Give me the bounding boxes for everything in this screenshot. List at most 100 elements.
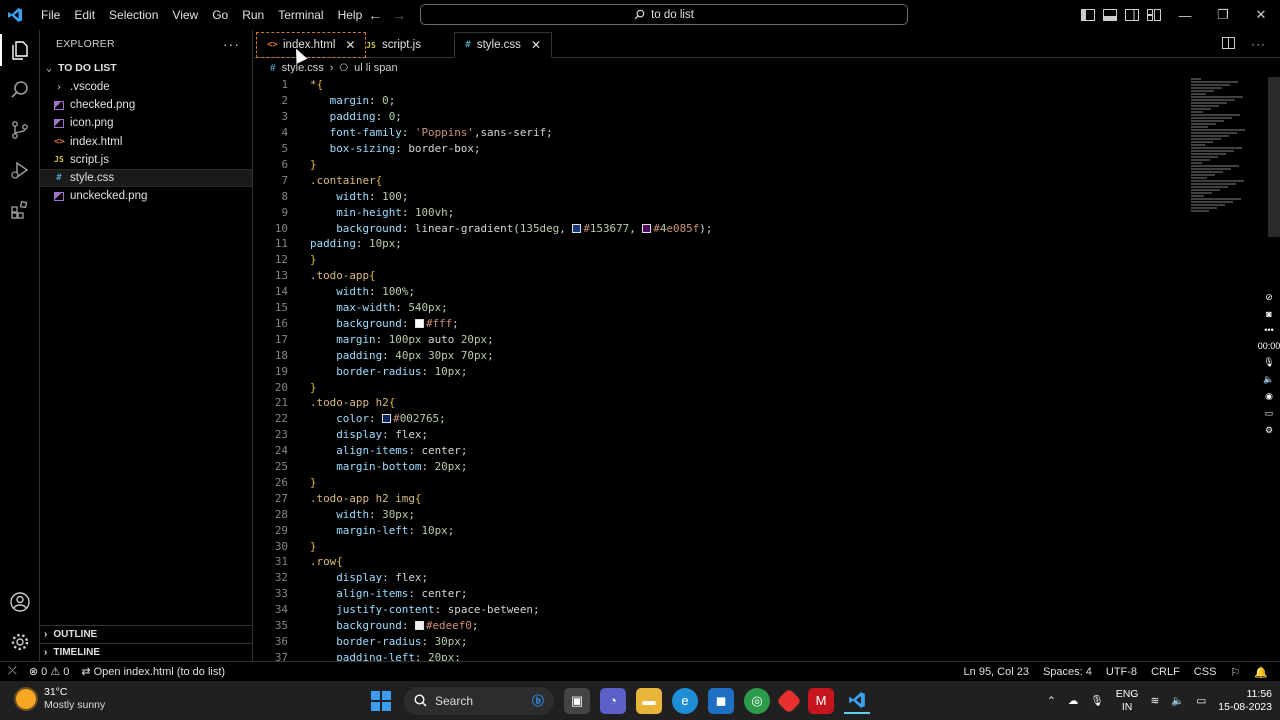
- cursor-position[interactable]: Ln 95, Col 23: [964, 666, 1029, 678]
- taskbar-search[interactable]: Search ⓑ: [404, 686, 554, 715]
- webcam-icon[interactable]: ◉: [1265, 391, 1273, 402]
- menu-selection[interactable]: Selection: [102, 0, 165, 30]
- indentation[interactable]: Spaces: 4: [1043, 666, 1092, 678]
- tab-style-css[interactable]: # style.css ✕: [454, 32, 552, 58]
- close-tab-icon[interactable]: ✕: [345, 38, 355, 52]
- customize-layout-icon[interactable]: [1146, 8, 1162, 22]
- feedback-icon[interactable]: ⚐: [1230, 666, 1240, 679]
- tab-script-js[interactable]: JS script.js: [356, 32, 431, 58]
- code-text: .container{: [310, 173, 383, 187]
- encoding[interactable]: UTF-8: [1106, 666, 1137, 678]
- settings-gear-icon[interactable]: ⚙: [1265, 425, 1273, 436]
- clock-time: 11:56: [1246, 687, 1273, 700]
- minimap[interactable]: [1191, 77, 1251, 217]
- edge-browser-icon[interactable]: e: [672, 687, 698, 714]
- volume-icon[interactable]: 🔈: [1171, 694, 1184, 707]
- toggle-primary-sidebar-icon[interactable]: [1080, 8, 1096, 22]
- more-actions-icon[interactable]: ···: [223, 36, 240, 52]
- extensions-icon[interactable]: [0, 190, 40, 230]
- toggle-secondary-sidebar-icon[interactable]: [1124, 8, 1140, 22]
- accounts-icon[interactable]: [0, 582, 40, 622]
- back-arrow-icon[interactable]: ←: [368, 7, 382, 23]
- mcafee-icon[interactable]: M: [808, 687, 834, 714]
- teams-chat-icon[interactable]: ◔: [600, 687, 626, 714]
- tree-item-icon-png[interactable]: icon.png: [40, 114, 252, 132]
- speaker-icon[interactable]: 🔈: [1263, 374, 1274, 385]
- weather-widget[interactable]: 31°C Mostly sunny: [16, 686, 105, 712]
- minimap-line: [1191, 87, 1222, 89]
- breadcrumb-symbol[interactable]: ul li span: [354, 62, 397, 74]
- forward-arrow-icon[interactable]: →: [392, 7, 406, 23]
- line-endings[interactable]: CRLF: [1151, 666, 1180, 678]
- editor-scrollbar[interactable]: [1268, 77, 1280, 237]
- camera-icon[interactable]: ◙: [1266, 309, 1271, 319]
- breadcrumb-file[interactable]: style.css: [282, 62, 324, 74]
- line-number: 2: [281, 94, 288, 108]
- tree-item-index-html[interactable]: <> index.html: [40, 133, 252, 151]
- code-text: margin-bottom: 20px;: [336, 460, 468, 474]
- chevron-up-icon[interactable]: ⌃: [1047, 695, 1056, 707]
- command-center-search[interactable]: to do list: [420, 4, 908, 25]
- notifications-bell-icon[interactable]: 🔔: [1254, 666, 1268, 679]
- tree-item-checked-png[interactable]: checked.png: [40, 96, 252, 114]
- task-view-icon[interactable]: ▣: [564, 687, 590, 714]
- remote-icon[interactable]: ⤫: [8, 665, 17, 678]
- search-icon[interactable]: [0, 70, 40, 110]
- minimap-line: [1191, 204, 1225, 206]
- tree-item-label: checked.png: [70, 99, 136, 112]
- outline-section[interactable]: › OUTLINE: [40, 625, 253, 643]
- microphone-icon[interactable]: 🎙: [1263, 357, 1274, 368]
- tree-item-unckecked-png[interactable]: unckecked.png: [40, 187, 252, 205]
- menu-run[interactable]: Run: [235, 0, 271, 30]
- onedrive-cloud-icon[interactable]: ☁: [1068, 695, 1079, 707]
- tab-index-html[interactable]: <> index.html ✕: [256, 32, 367, 58]
- explorer-icon[interactable]: [0, 30, 40, 70]
- windows-start-icon[interactable]: [368, 688, 394, 714]
- menu-file[interactable]: File: [34, 0, 67, 30]
- close-tab-icon[interactable]: ✕: [531, 38, 541, 52]
- pin-icon[interactable]: ⊘: [1265, 292, 1273, 303]
- menu-view[interactable]: View: [165, 0, 205, 30]
- code-editor[interactable]: 1 *{2 margin: 0; 3 padding: 0; 4 font-famil…: [254, 77, 1280, 661]
- code-text: background: #edeef0;: [336, 619, 479, 633]
- microsoft-store-icon[interactable]: ◼: [708, 687, 734, 714]
- toggle-panel-icon[interactable]: [1102, 8, 1118, 22]
- battery-icon[interactable]: ▭: [1196, 695, 1206, 707]
- folder-to-do-list[interactable]: ⌄ TO DO LIST: [40, 58, 252, 78]
- vscode-taskbar-icon[interactable]: [844, 688, 870, 714]
- title-bar: File Edit Selection View Go Run Terminal…: [0, 0, 1280, 30]
- minimap-line: [1191, 141, 1213, 143]
- input-language[interactable]: ENG IN: [1116, 688, 1139, 714]
- clock[interactable]: 11:56 15-08-2023: [1218, 688, 1272, 714]
- more-actions-icon[interactable]: ···: [1251, 37, 1266, 51]
- tree-item-vscode[interactable]: › .vscode: [40, 78, 252, 96]
- css-file-icon: #: [56, 173, 62, 184]
- status-message-text: Open index.html (to do list): [93, 666, 226, 678]
- problems-indicator[interactable]: ⊗ 0 ⚠ 0: [29, 665, 70, 678]
- microphone-icon[interactable]: 🎙: [1090, 694, 1103, 707]
- chrome-browser-icon[interactable]: ◎: [744, 687, 770, 714]
- screen-icon[interactable]: ▭: [1265, 408, 1274, 419]
- source-control-icon[interactable]: [0, 110, 40, 150]
- close-window-icon[interactable]: ✕: [1242, 0, 1280, 30]
- wifi-icon[interactable]: ≋: [1150, 695, 1159, 707]
- code-line: 15 max-width: 540px;: [254, 300, 1194, 316]
- maximize-icon[interactable]: ❐: [1204, 0, 1242, 30]
- anydesk-icon[interactable]: [776, 687, 802, 714]
- file-explorer-icon[interactable]: ▬: [636, 687, 662, 714]
- image-file-icon: [54, 118, 64, 128]
- tree-item-script-js[interactable]: JS script.js: [40, 151, 252, 169]
- timeline-section[interactable]: › TIMELINE: [40, 643, 253, 661]
- menu-help[interactable]: Help: [331, 0, 370, 30]
- language-mode[interactable]: CSS: [1194, 666, 1217, 678]
- menu-terminal[interactable]: Terminal: [271, 0, 330, 30]
- minimize-icon[interactable]: —: [1166, 0, 1204, 30]
- menu-go[interactable]: Go: [205, 0, 235, 30]
- layout-controls: [1080, 0, 1162, 30]
- menu-edit[interactable]: Edit: [67, 0, 102, 30]
- run-debug-icon[interactable]: [0, 150, 40, 190]
- split-editor-icon[interactable]: [1222, 36, 1235, 52]
- tree-item-style-css[interactable]: # style.css: [40, 168, 252, 188]
- settings-gear-icon[interactable]: [0, 622, 40, 662]
- more-icon[interactable]: •••: [1264, 325, 1273, 335]
